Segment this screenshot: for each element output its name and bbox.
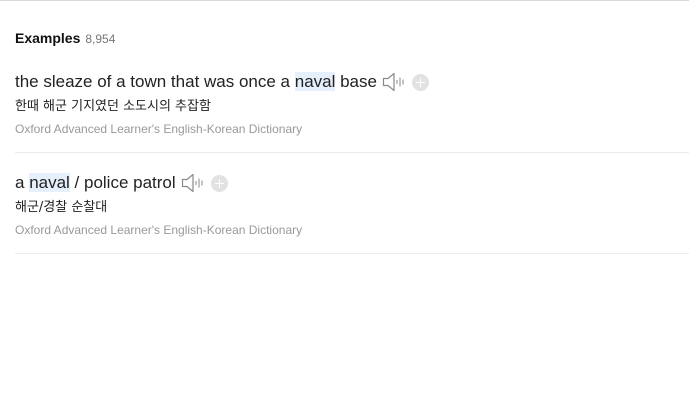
sentence-text-before: the sleaze of a town that was once a — [15, 72, 295, 91]
examples-section: Examples 8,954 the sleaze of a town that… — [15, 0, 689, 254]
example-sentence-line: a naval / police patrol — [15, 170, 689, 196]
example-item: the sleaze of a town that was once a nav… — [15, 69, 689, 153]
examples-count: 8,954 — [85, 32, 116, 46]
example-item: a naval / police patrol 해군/경찰 순찰대 Oxford… — [15, 153, 689, 254]
example-sentence-line: the sleaze of a town that was once a nav… — [15, 69, 689, 95]
highlighted-word[interactable]: naval — [29, 173, 70, 192]
sentence-text-before: a — [15, 173, 30, 192]
example-source[interactable]: Oxford Advanced Learner's English-Korean… — [15, 223, 689, 237]
speaker-icon[interactable] — [181, 173, 205, 193]
example-translation: 해군/경찰 순찰대 — [15, 200, 108, 215]
example-sentence: the sleaze of a town that was once a nav… — [15, 72, 377, 92]
example-translation: 한때 해군 기지였던 소도시의 추잡함 — [15, 99, 211, 114]
example-source[interactable]: Oxford Advanced Learner's English-Korean… — [15, 122, 689, 136]
add-to-wordbook-button[interactable] — [210, 174, 228, 192]
sentence-text-after: base — [335, 72, 377, 91]
examples-title: Examples — [15, 30, 81, 46]
highlighted-word[interactable]: naval — [294, 72, 336, 91]
sentence-text-after: / police patrol — [69, 173, 176, 192]
examples-header: Examples 8,954 — [15, 30, 689, 50]
add-to-wordbook-button[interactable] — [411, 73, 429, 91]
speaker-icon[interactable] — [382, 72, 406, 92]
example-sentence: a naval / police patrol — [15, 173, 176, 193]
